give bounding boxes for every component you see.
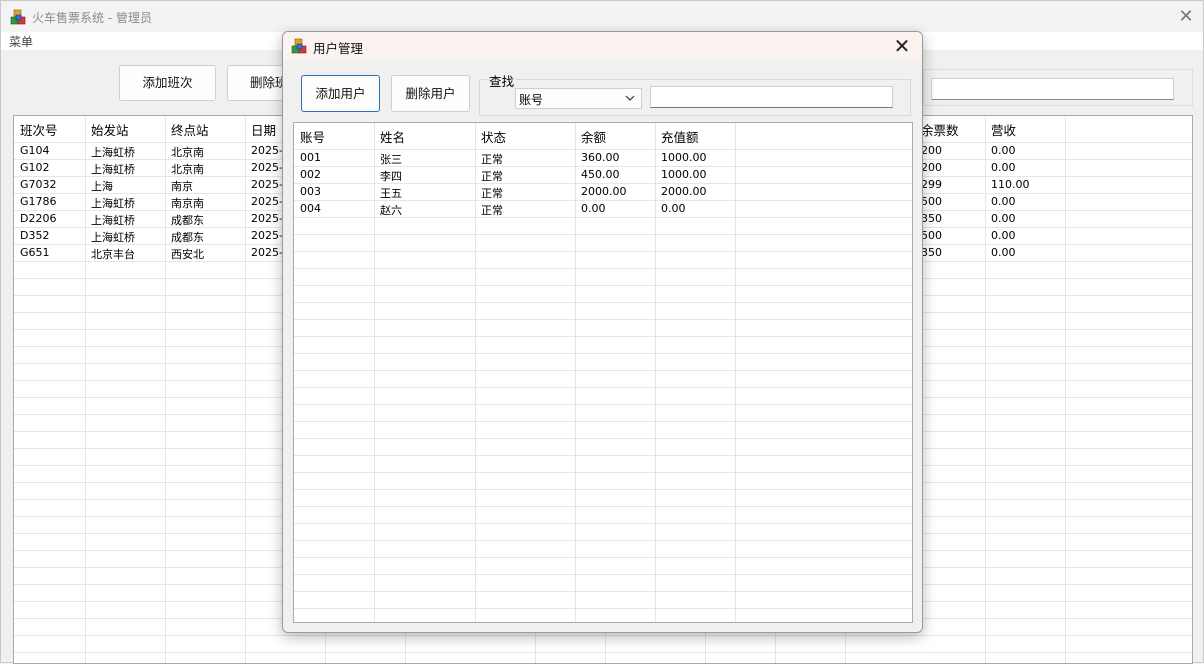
app-cubes-icon [10, 9, 26, 25]
table-cell: 正常 [481, 170, 503, 183]
table-cell: 正常 [481, 187, 503, 200]
table-cell: 上海虹桥 [91, 163, 135, 176]
table-cell: 500 [921, 229, 942, 242]
table-cell: 上海虹桥 [91, 231, 135, 244]
table-cell: 004 [300, 202, 321, 215]
column-header[interactable]: 账号 [300, 127, 372, 146]
column-header[interactable]: 余额 [581, 127, 653, 146]
table-cell: 正常 [481, 204, 503, 217]
column-header[interactable]: 终点站 [171, 120, 243, 139]
table-cell: G102 [20, 161, 50, 174]
table-cell: 南京南 [171, 197, 204, 210]
dialog-title: 用户管理 [313, 41, 364, 56]
column-header[interactable]: 余票数 [921, 120, 983, 139]
dialog-title-bar: 用户管理 ✕ [283, 32, 922, 60]
table-cell: 0.00 [991, 246, 1016, 259]
table-cell: G7032 [20, 178, 57, 191]
table-cell: 0.00 [661, 202, 686, 215]
table-cell: 003 [300, 185, 321, 198]
table-cell: 南京 [171, 180, 193, 193]
table-cell: 正常 [481, 153, 503, 166]
table-cell: 002 [300, 168, 321, 181]
table-cell: 上海虹桥 [91, 197, 135, 210]
table-cell: G1786 [20, 195, 57, 208]
table-cell: 上海 [91, 180, 113, 193]
column-header[interactable]: 班次号 [20, 120, 83, 139]
table-cell: 0.00 [991, 195, 1016, 208]
user-management-dialog: 用户管理 ✕ 添加用户 删除用户 查找 账号 账号 姓名 状态 余额 充值额 001 张三正… [282, 31, 923, 633]
table-cell: 450.00 [581, 168, 620, 181]
table-cell: 1000.00 [661, 151, 707, 164]
table-cell: 360.00 [581, 151, 620, 164]
table-cell: 1000.00 [661, 168, 707, 181]
add-train-button[interactable]: 添加班次 [119, 65, 216, 101]
table-cell: 0.00 [991, 161, 1016, 174]
table-cell: 成都东 [171, 214, 204, 227]
column-header[interactable]: 充值额 [661, 127, 733, 146]
column-header[interactable]: 营收 [991, 120, 1063, 139]
table-cell: 2000.00 [581, 185, 627, 198]
user-table[interactable]: 账号 姓名 状态 余额 充值额 001 张三 正常 360.00 1000.00 002 李四 正常 45… [293, 122, 913, 623]
table-cell: 0.00 [581, 202, 606, 215]
table-cell: 110.00 [991, 178, 1030, 191]
table-cell: 200 [921, 161, 942, 174]
column-header[interactable]: 状态 [481, 127, 573, 146]
add-user-button[interactable]: 添加用户 [301, 75, 380, 112]
table-cell: 北京南 [171, 146, 204, 159]
table-cell: 0.00 [991, 144, 1016, 157]
table-cell: 李四 [380, 170, 402, 183]
table-cell: G104 [20, 144, 50, 157]
table-cell: 北京丰台 [91, 248, 135, 261]
column-header[interactable]: 始发站 [91, 120, 163, 139]
table-cell: 350 [921, 246, 942, 259]
train-search-input[interactable] [931, 78, 1174, 100]
table-cell: D2206 [20, 212, 57, 225]
search-field-select[interactable]: 账号 [515, 88, 642, 109]
search-field-value: 账号 [519, 93, 544, 107]
close-icon[interactable]: ✕ [1169, 1, 1203, 32]
table-cell: 299 [921, 178, 942, 191]
table-cell: 0.00 [991, 229, 1016, 242]
dialog-close-icon[interactable]: ✕ [890, 33, 914, 59]
table-cell: 350 [921, 212, 942, 225]
table-cell: 西安北 [171, 248, 204, 261]
table-cell: 200 [921, 144, 942, 157]
table-cell: 北京南 [171, 163, 204, 176]
column-header[interactable]: 姓名 [380, 127, 473, 146]
table-cell: 500 [921, 195, 942, 208]
table-cell: 上海虹桥 [91, 214, 135, 227]
user-search-input[interactable] [650, 86, 893, 108]
search-group-label: 查找 [487, 71, 517, 90]
table-cell: G651 [20, 246, 50, 259]
table-cell: 0.00 [991, 212, 1016, 225]
delete-user-button[interactable]: 删除用户 [391, 75, 470, 112]
chevron-down-icon [625, 95, 635, 101]
dialog-cubes-icon [291, 38, 307, 54]
menu-item-menu[interactable]: 菜单 [9, 33, 33, 50]
table-cell: 001 [300, 151, 321, 164]
table-cell: 张三 [380, 153, 402, 166]
table-cell: 赵六 [380, 204, 402, 217]
table-cell: 2000.00 [661, 185, 707, 198]
table-cell: 上海虹桥 [91, 146, 135, 159]
table-cell: 王五 [380, 187, 402, 200]
table-cell: 成都东 [171, 231, 204, 244]
title-bar: 火车售票系统 - 管理员 ✕ [1, 1, 1203, 32]
table-cell: D352 [20, 229, 50, 242]
window-title: 火车售票系统 - 管理员 [32, 11, 152, 25]
